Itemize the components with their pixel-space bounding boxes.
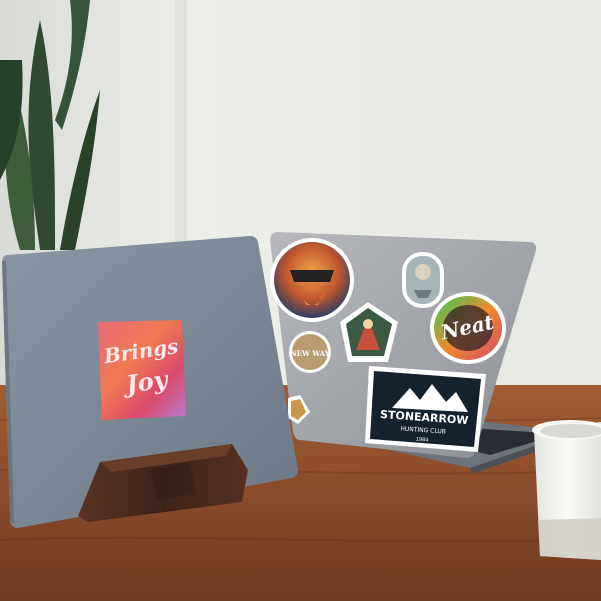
astronaut-sticker bbox=[402, 252, 444, 308]
stonearrow-sticker: STONEARROW HUNTING CLUB 1984 bbox=[365, 366, 486, 452]
brings-joy-sticker: Brings Joy bbox=[98, 320, 186, 420]
photo-scene: NEW WAY Neat STONEARROW HUNTING CLUB 198… bbox=[0, 0, 601, 601]
badge-sticker: NEW WAY bbox=[289, 331, 331, 373]
neat-sticker: Neat bbox=[430, 292, 506, 364]
lion-sticker bbox=[270, 238, 354, 322]
scene-illustration: NEW WAY Neat STONEARROW HUNTING CLUB 198… bbox=[0, 0, 601, 601]
stonearrow-year: 1984 bbox=[416, 437, 429, 444]
white-mug bbox=[532, 420, 601, 560]
badge-sticker-text: NEW WAY bbox=[290, 349, 331, 358]
